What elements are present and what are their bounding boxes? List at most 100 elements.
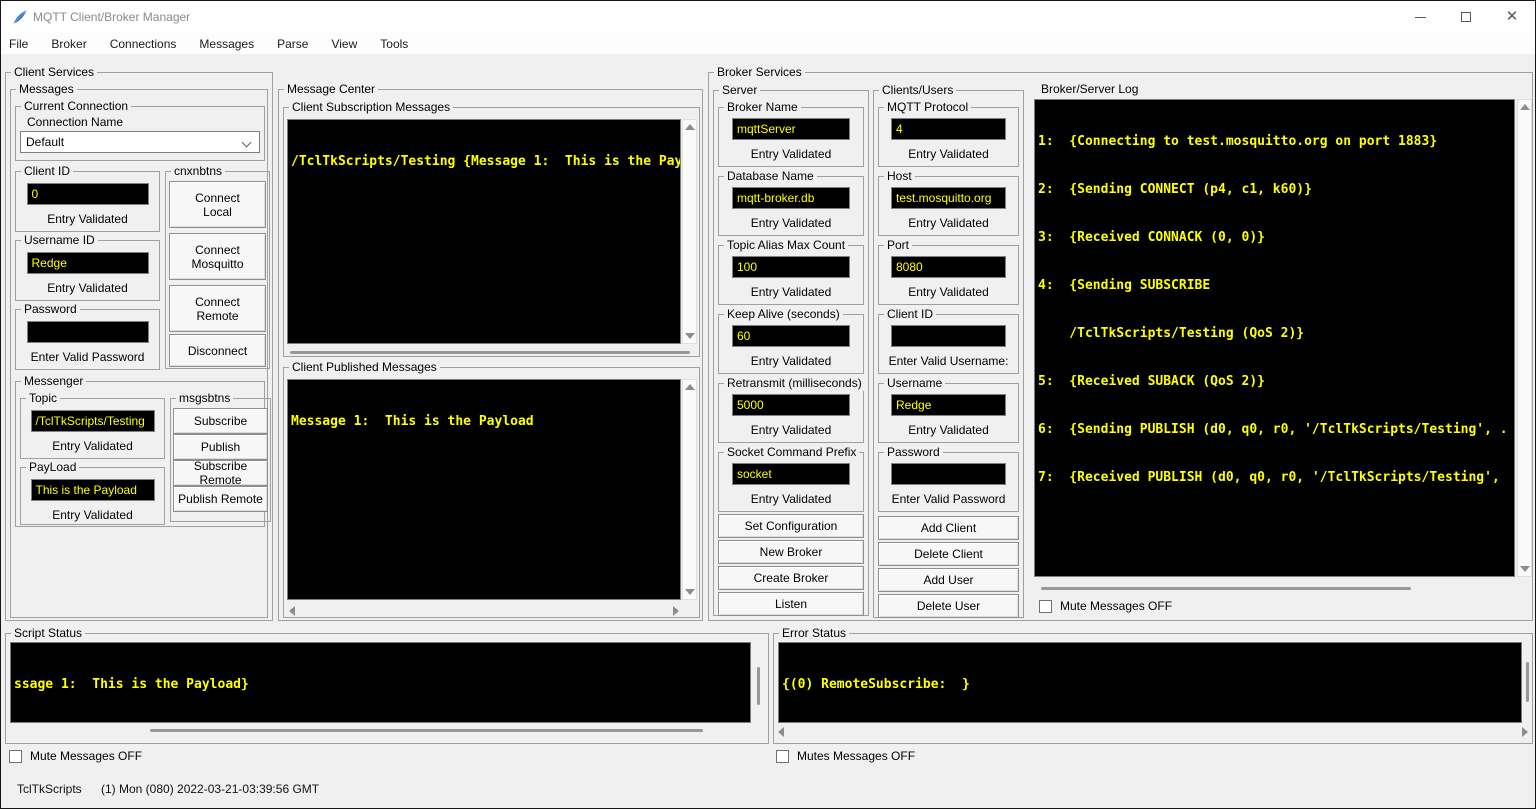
published-messages-text[interactable]: Message 1: This is the Payload xyxy=(287,379,681,600)
broker-server-log-text[interactable]: 1: {Connecting to test.mosquitto.org on … xyxy=(1034,99,1515,577)
script-mute-checkbox[interactable] xyxy=(9,750,22,763)
host-entry[interactable]: test.mosquitto.org xyxy=(891,187,1006,209)
payload-entry[interactable]: This is the Payload xyxy=(31,479,155,501)
script-status-text[interactable]: ssage 1: This is the Payload} ges.client… xyxy=(10,642,751,723)
create-broker-button[interactable]: Create Broker xyxy=(718,566,864,590)
new-broker-button[interactable]: New Broker xyxy=(718,540,864,564)
topic-alias-max-count-entry[interactable]: 100 xyxy=(732,256,850,278)
delete-user-button[interactable]: Delete User xyxy=(878,594,1019,618)
close-button[interactable]: ✕ xyxy=(1489,1,1535,33)
disconnect-button[interactable]: Disconnect xyxy=(169,334,266,367)
minimize-button[interactable] xyxy=(1397,1,1443,33)
subscription-vscrollbar[interactable] xyxy=(682,119,697,344)
database-name-entry[interactable]: mqtt-broker.db xyxy=(732,187,850,209)
scroll-down-icon[interactable] xyxy=(685,589,695,595)
broker-password-label: Password xyxy=(884,445,943,460)
connection-name-combobox[interactable]: Default xyxy=(20,131,260,153)
connect-mosquitto-button[interactable]: Connect Mosquitto xyxy=(169,233,266,280)
published-messages-label: Client Published Messages xyxy=(289,360,440,375)
log-hscrollbar[interactable] xyxy=(1041,587,1411,590)
maximize-button[interactable] xyxy=(1443,1,1489,33)
broker-name-entry[interactable]: mqttServer xyxy=(732,118,850,140)
scroll-left-icon[interactable] xyxy=(778,727,784,737)
listen-button[interactable]: Listen xyxy=(718,592,864,616)
error-status-vscrollbar[interactable] xyxy=(1526,662,1529,702)
retransmit-label: Retransmit (milliseconds) xyxy=(724,376,865,391)
connect-remote-button[interactable]: Connect Remote xyxy=(169,285,266,332)
broker-client-id-entry[interactable] xyxy=(891,325,1006,347)
published-hscrollbar[interactable] xyxy=(287,604,681,617)
menu-connections[interactable]: Connections xyxy=(110,37,177,51)
menu-view[interactable]: View xyxy=(331,37,357,51)
username-id-group: Username ID Redge Entry Validated xyxy=(15,240,160,301)
publish-button[interactable]: Publish xyxy=(173,434,268,460)
broker-client-id-group: Client ID Enter Valid Username: xyxy=(878,314,1019,374)
scroll-up-icon[interactable] xyxy=(1520,104,1530,110)
username-id-entry[interactable]: Redge xyxy=(27,252,149,274)
connection-name-label: Connection Name xyxy=(24,115,126,130)
error-mute-label: Mutes Messages OFF xyxy=(797,749,915,763)
menu-file[interactable]: File xyxy=(9,37,28,51)
scroll-right-icon[interactable] xyxy=(1522,727,1528,737)
publish-remote-button[interactable]: Publish Remote xyxy=(173,486,268,512)
scroll-right-icon[interactable] xyxy=(673,606,679,616)
script-status-hscrollbar[interactable] xyxy=(150,729,703,732)
broker-services-label: Broker Services xyxy=(714,65,805,80)
port-entry[interactable]: 8080 xyxy=(891,256,1006,278)
topic-alias-max-count-label: Topic Alias Max Count xyxy=(724,238,848,253)
mqtt-protocol-entry[interactable]: 4 xyxy=(891,118,1006,140)
add-client-button[interactable]: Add Client xyxy=(878,516,1019,540)
close-icon: ✕ xyxy=(1506,12,1519,22)
broker-username-entry[interactable]: Redge xyxy=(891,394,1006,416)
topic-group: Topic /TclTkScripts/Testing Entry Valida… xyxy=(20,398,165,459)
host-status: Entry Validated xyxy=(879,216,1018,230)
keep-alive-entry[interactable]: 60 xyxy=(732,325,850,347)
retransmit-entry[interactable]: 5000 xyxy=(732,394,850,416)
scroll-up-icon[interactable] xyxy=(685,384,695,390)
script-status-vscrollbar[interactable] xyxy=(757,667,760,705)
error-status-text[interactable]: {(0) RemoteSubscribe: } {-code: 0} {-lev… xyxy=(778,642,1522,723)
password-status: Enter Valid Password xyxy=(16,350,159,364)
published-vscrollbar[interactable] xyxy=(682,379,697,600)
subscription-hscrollbar[interactable] xyxy=(290,351,690,354)
error-status-hscrollbar[interactable] xyxy=(776,725,1530,738)
client-id-entry[interactable]: 0 xyxy=(27,183,149,205)
scroll-down-icon[interactable] xyxy=(1520,566,1530,572)
username-id-label: Username ID xyxy=(21,233,98,248)
socket-command-prefix-entry[interactable]: socket xyxy=(732,463,850,485)
scroll-up-icon[interactable] xyxy=(685,124,695,130)
menu-parse[interactable]: Parse xyxy=(277,37,308,51)
script-mute-label: Mute Messages OFF xyxy=(30,749,142,763)
tcl-feather-icon xyxy=(12,9,28,25)
log-line: 3: {Received CONNACK (0, 0)} xyxy=(1038,230,1511,246)
subscription-messages-text[interactable]: /TclTkScripts/Testing {Message 1: This i… xyxy=(287,119,681,344)
menu-broker[interactable]: Broker xyxy=(51,37,86,51)
error-mute-checkbox[interactable] xyxy=(776,750,789,763)
menu-messages[interactable]: Messages xyxy=(199,37,254,51)
mqtt-protocol-status: Entry Validated xyxy=(879,147,1018,161)
delete-client-button[interactable]: Delete Client xyxy=(878,542,1019,566)
topic-entry[interactable]: /TclTkScripts/Testing xyxy=(31,410,155,432)
menu-tools[interactable]: Tools xyxy=(380,37,408,51)
scroll-down-icon[interactable] xyxy=(685,333,695,339)
window-title: MQTT Client/Broker Manager xyxy=(33,10,190,24)
subscribe-button[interactable]: Subscribe xyxy=(173,408,268,434)
log-mute-checkbox[interactable] xyxy=(1039,600,1052,613)
mqtt-protocol-group: MQTT Protocol 4 Entry Validated xyxy=(878,107,1019,167)
keep-alive-label: Keep Alive (seconds) xyxy=(724,307,843,322)
set-configuration-button[interactable]: Set Configuration xyxy=(718,514,864,538)
payload-label: PayLoad xyxy=(26,460,79,475)
database-name-label: Database Name xyxy=(724,169,817,184)
broker-password-entry[interactable] xyxy=(891,463,1006,485)
port-group: Port 8080 Entry Validated xyxy=(878,245,1019,305)
subscribe-remote-button[interactable]: Subscribe Remote xyxy=(173,460,268,486)
add-user-button[interactable]: Add User xyxy=(878,568,1019,592)
topic-label: Topic xyxy=(26,391,60,406)
subscription-messages-group: Client Subscription Messages /TclTkScrip… xyxy=(283,107,700,357)
broker-server-log-label: Broker/Server Log xyxy=(1038,82,1141,97)
connect-local-button[interactable]: Connect Local xyxy=(169,181,266,228)
password-entry[interactable] xyxy=(27,321,149,343)
socket-command-prefix-group: Socket Command Prefix socket Entry Valid… xyxy=(718,452,864,512)
scroll-left-icon[interactable] xyxy=(289,606,295,616)
log-vscrollbar[interactable] xyxy=(1517,99,1532,577)
